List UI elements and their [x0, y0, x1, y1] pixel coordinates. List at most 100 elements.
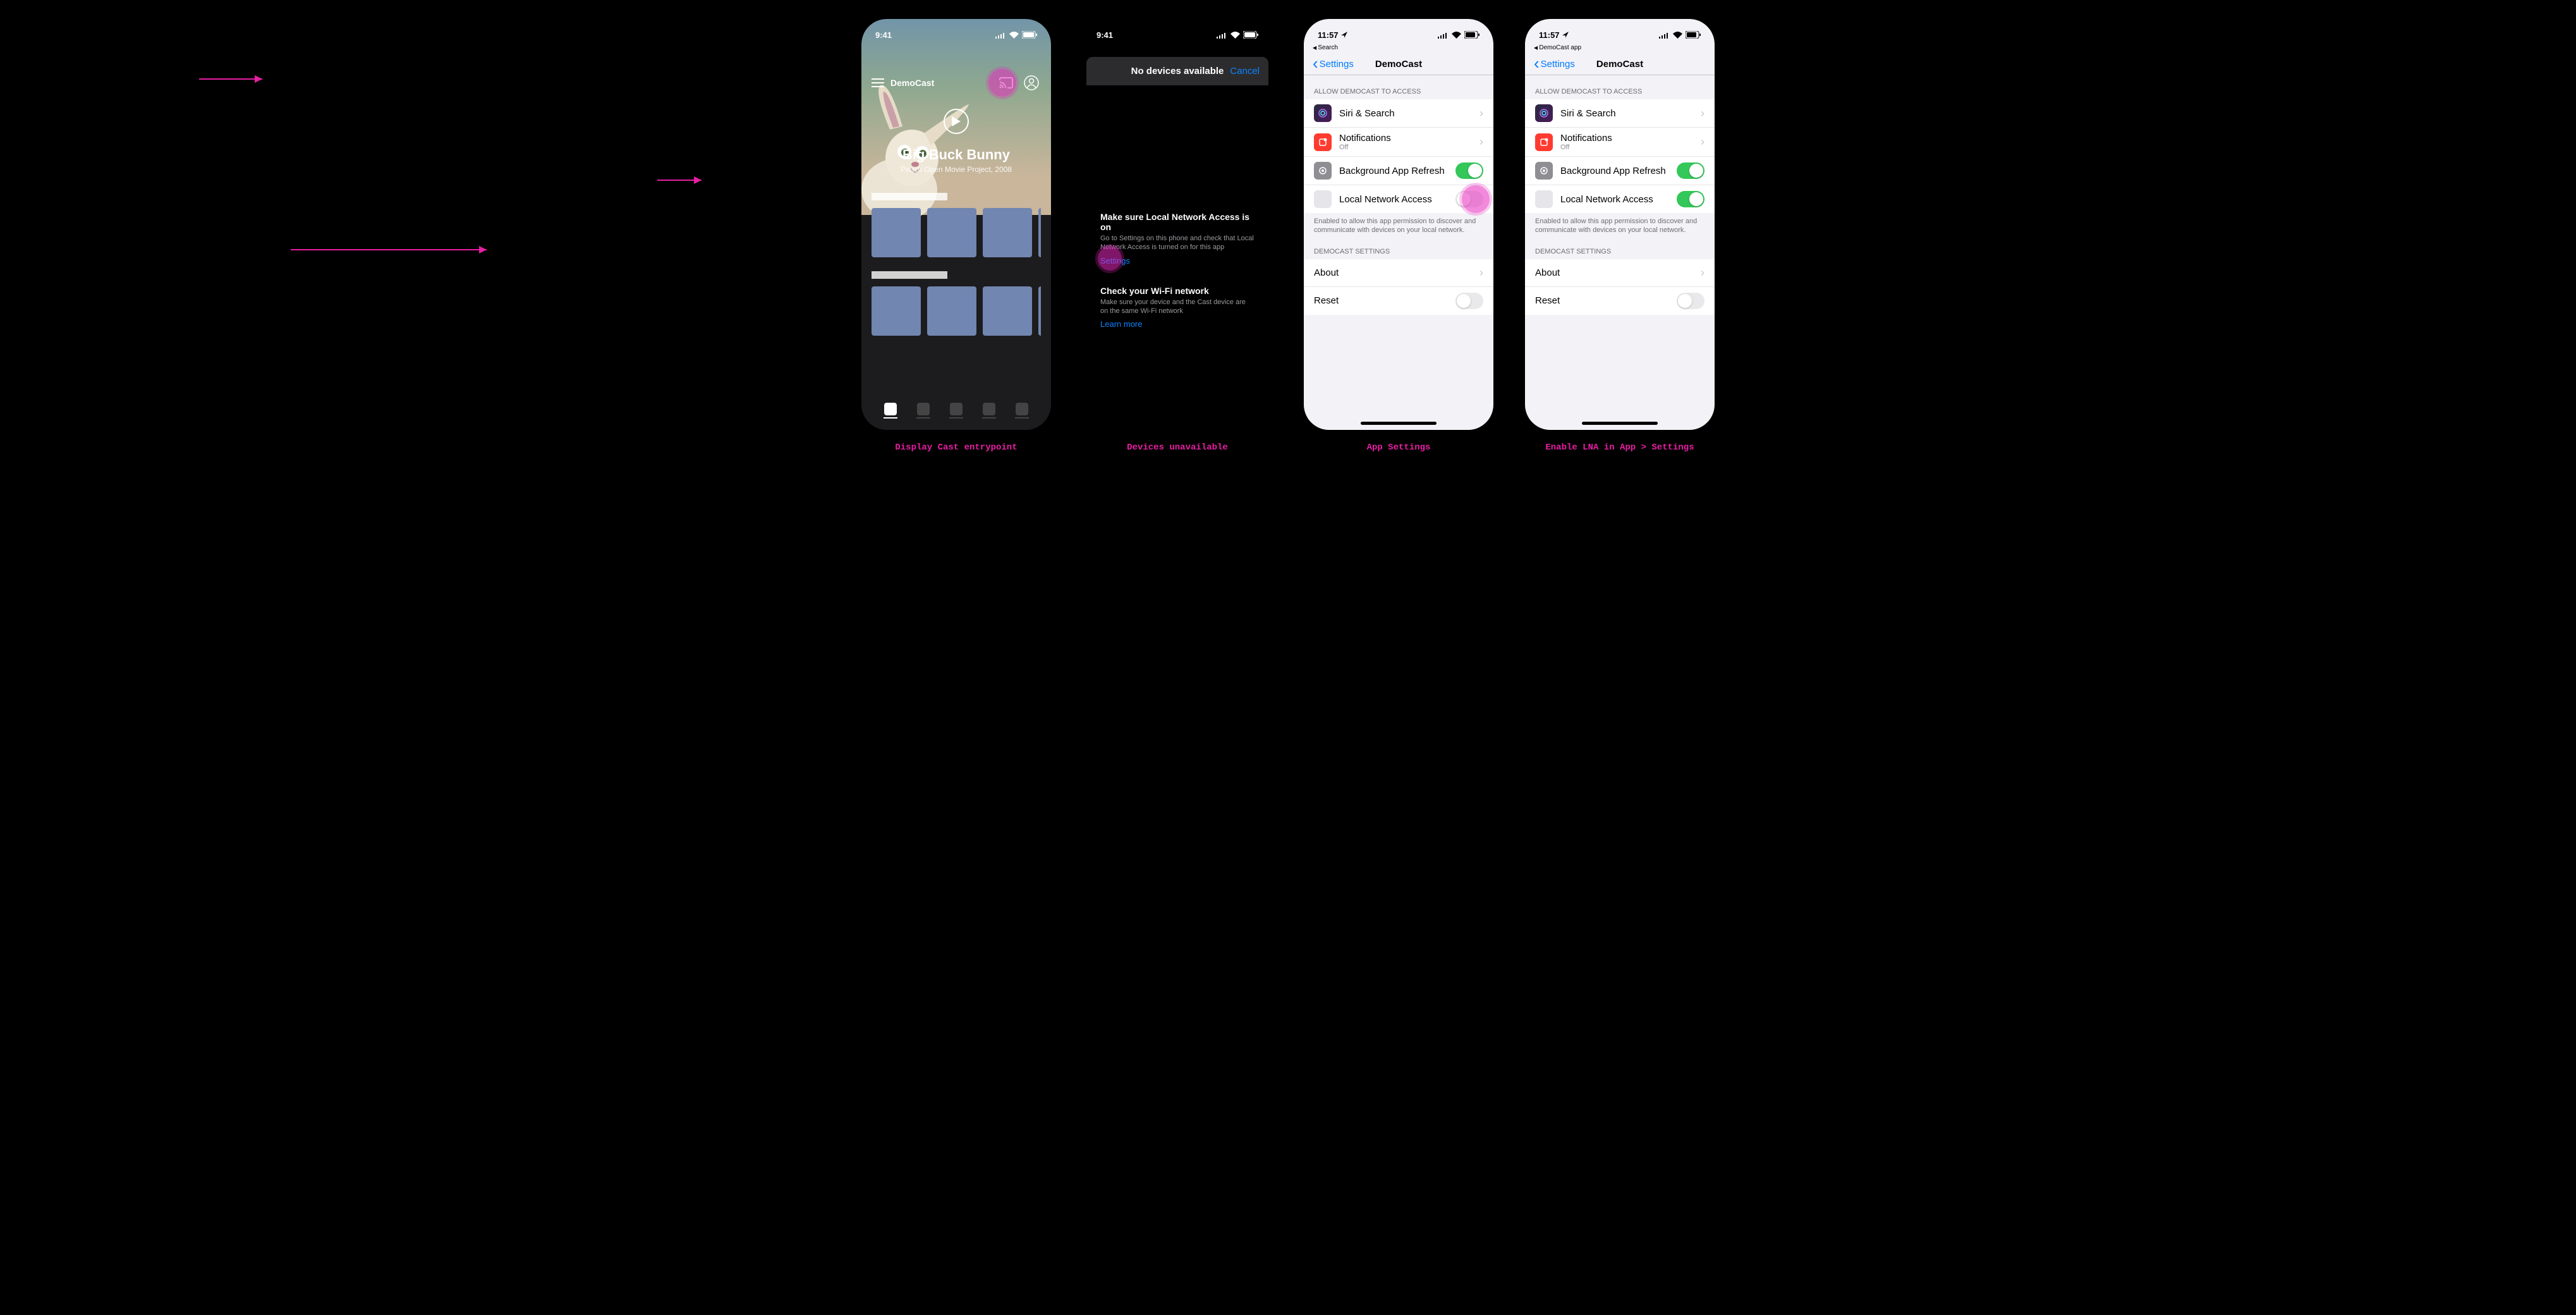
caption-1: Display Cast entrypoint	[895, 443, 1017, 453]
about-cell[interactable]: About ›	[1304, 259, 1493, 287]
siri-search-cell[interactable]: Siri & Search ›	[1304, 99, 1493, 128]
battery-icon	[1464, 31, 1479, 39]
about-label: About	[1314, 267, 1472, 278]
content-tile[interactable]	[927, 208, 976, 257]
play-button[interactable]	[944, 109, 969, 134]
location-icon	[1341, 32, 1347, 38]
phone-app-settings: 11:57 Search Settings DemoCast ALLOW DEM…	[1304, 19, 1493, 430]
reset-toggle[interactable]	[1455, 293, 1483, 309]
app-settings-header: DEMOCAST SETTINGS	[1525, 235, 1715, 259]
background-refresh-cell: Background App Refresh	[1304, 157, 1493, 185]
notifications-icon	[1535, 133, 1553, 151]
status-icons	[995, 31, 1037, 39]
notifications-cell[interactable]: Notifications Off ›	[1525, 128, 1715, 157]
location-icon	[1562, 32, 1569, 38]
siri-label: Siri & Search	[1339, 108, 1472, 119]
lna-footer: Enabled to allow this app permission to …	[1304, 213, 1493, 235]
chevron-icon: ›	[1701, 107, 1704, 120]
notifications-cell[interactable]: Notifications Off ›	[1304, 128, 1493, 157]
wifi-icon	[1230, 32, 1240, 39]
content-tile[interactable]	[872, 208, 921, 257]
sheet-title: No devices available	[1131, 66, 1224, 76]
cancel-button[interactable]: Cancel	[1230, 66, 1260, 76]
cellular-icon	[1217, 32, 1227, 39]
profile-button[interactable]	[1022, 73, 1041, 92]
breadcrumb-app[interactable]: DemoCast app	[1525, 44, 1715, 54]
lna-text: Go to Settings on this phone and check t…	[1100, 234, 1255, 252]
tab-home[interactable]	[884, 403, 897, 419]
section-title-placeholder	[872, 193, 947, 200]
tab-3[interactable]	[949, 403, 963, 419]
chevron-icon: ›	[1479, 107, 1483, 120]
siri-search-cell[interactable]: Siri & Search ›	[1525, 99, 1715, 128]
battery-icon	[1022, 31, 1037, 39]
content-tile[interactable]	[983, 208, 1032, 257]
status-time: 11:57	[1539, 30, 1560, 40]
background-refresh-toggle[interactable]	[1677, 162, 1704, 179]
learn-more-link[interactable]: Learn more	[1100, 319, 1142, 329]
lna-heading: Make sure Local Network Access is on	[1100, 212, 1255, 232]
arrow-2	[291, 243, 493, 256]
local-network-access-cell: Local Network Access	[1525, 185, 1715, 213]
status-time: 11:57	[1318, 30, 1339, 40]
content-row-2	[872, 286, 1041, 336]
notifications-label: Notifications	[1339, 133, 1472, 144]
lna-toggle[interactable]	[1677, 191, 1704, 207]
cast-button[interactable]	[997, 73, 1016, 92]
cast-icon	[999, 77, 1013, 89]
notifications-icon	[1314, 133, 1332, 151]
reset-toggle[interactable]	[1677, 293, 1704, 309]
battery-icon	[1686, 31, 1701, 39]
breadcrumb-search[interactable]: Search	[1304, 44, 1493, 54]
reset-cell: Reset	[1525, 287, 1715, 315]
tab-5[interactable]	[1015, 403, 1029, 419]
tabbar	[861, 403, 1051, 419]
local-network-access-cell: Local Network Access	[1304, 185, 1493, 213]
status-time: 9:41	[875, 30, 892, 40]
settings-link[interactable]: Settings	[1100, 256, 1130, 266]
tab-4[interactable]	[982, 403, 996, 419]
video-subtitle: Peach Open Movie Project, 2008	[861, 165, 1051, 174]
content-tile[interactable]	[1038, 208, 1041, 257]
cellular-icon	[995, 32, 1006, 39]
lna-footer: Enabled to allow this app permission to …	[1525, 213, 1715, 235]
background-refresh-cell: Background App Refresh	[1525, 157, 1715, 185]
notifications-sublabel: Off	[1339, 144, 1472, 151]
notifications-sublabel: Off	[1560, 144, 1693, 151]
wifi-text: Make sure your device and the Cast devic…	[1100, 298, 1255, 316]
caption-4: Enable LNA in App > Settings	[1545, 443, 1694, 453]
notifications-label: Notifications	[1560, 133, 1693, 144]
status-icons	[1659, 31, 1701, 39]
app-settings-header: DEMOCAST SETTINGS	[1304, 235, 1493, 259]
reset-label: Reset	[1314, 295, 1448, 306]
phone-no-devices: 9:41 No devices available Cancel Make su…	[1083, 19, 1272, 430]
background-refresh-label: Background App Refresh	[1339, 166, 1448, 176]
arrow-1	[199, 73, 269, 85]
back-settings-button[interactable]: Settings	[1534, 59, 1575, 70]
content-tile[interactable]	[1038, 286, 1041, 336]
wifi-icon	[1009, 32, 1019, 39]
content-tile[interactable]	[927, 286, 976, 336]
gear-icon	[1535, 162, 1553, 180]
about-cell[interactable]: About ›	[1525, 259, 1715, 287]
siri-label: Siri & Search	[1560, 108, 1693, 119]
chevron-icon: ›	[1479, 135, 1483, 149]
cellular-icon	[1438, 32, 1449, 39]
phone-enable-lna: 11:57 DemoCast app Settings DemoCast ALL…	[1525, 19, 1715, 430]
cellular-icon	[1659, 32, 1670, 39]
status-icons	[1438, 31, 1479, 39]
wifi-icon	[1452, 32, 1461, 39]
siri-icon	[1314, 104, 1332, 122]
lna-label: Local Network Access	[1560, 194, 1669, 205]
hamburger-icon[interactable]	[872, 78, 884, 87]
content-row-1	[872, 208, 1041, 257]
play-icon	[952, 116, 961, 126]
tab-2[interactable]	[916, 403, 930, 419]
lna-icon	[1314, 190, 1332, 208]
background-refresh-toggle[interactable]	[1455, 162, 1483, 179]
content-tile[interactable]	[983, 286, 1032, 336]
back-settings-button[interactable]: Settings	[1313, 59, 1354, 70]
content-tile[interactable]	[872, 286, 921, 336]
caption-3: App Settings	[1367, 443, 1431, 453]
lna-toggle[interactable]	[1455, 191, 1483, 207]
